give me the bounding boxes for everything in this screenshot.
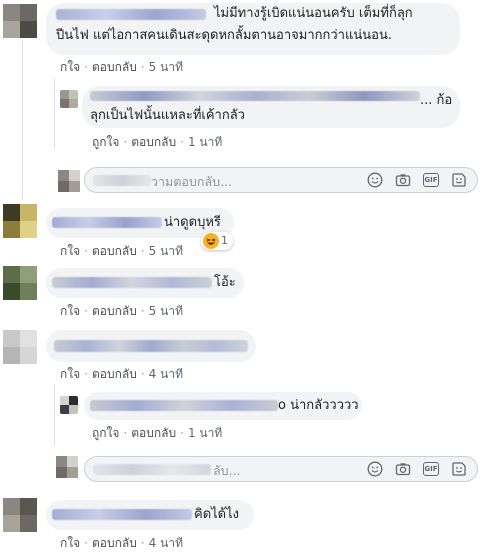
reaction-count: 1 [221, 234, 228, 247]
avatar[interactable] [60, 396, 78, 414]
reply-line [54, 384, 55, 446]
reply-link[interactable]: ตอบกลับ [92, 304, 137, 318]
reply-actions: ถูกใจ · ตอบกลับ · 1 นาที [92, 135, 223, 149]
timestamp[interactable]: 5 นาที [149, 244, 183, 258]
my-avatar [56, 456, 78, 478]
author-name-blurred[interactable] [90, 400, 278, 411]
reply-link[interactable]: ตอบกลับ [92, 367, 137, 381]
comment-text: o น่ากลัววววว [278, 398, 359, 413]
thread-line [22, 40, 23, 200]
camera-icon[interactable] [395, 172, 411, 188]
gif-icon[interactable]: GIF [423, 462, 439, 476]
placeholder-blurred [93, 175, 151, 186]
avatar[interactable] [3, 498, 37, 532]
my-avatar [58, 170, 80, 192]
comment-bubble: คิดได้ไง [46, 500, 254, 530]
reply-link[interactable]: ตอบกลับ [92, 536, 137, 550]
comment-text: ปีนไฟ แต่ไอกาสคนเดินสะดุดหกลั้มตานอาจมาก… [56, 28, 392, 43]
reply-link[interactable]: ตอบกลับ [92, 244, 137, 258]
like-link[interactable]: กใจ [60, 367, 80, 381]
comment-actions: กใจ · ตอบกลับ · 4 นาที [60, 536, 183, 550]
comment-actions: กใจ · ตอบกลับ · 5 นาที [60, 60, 183, 74]
reply-composer[interactable]: ลับ... GIF [84, 456, 478, 482]
reply-composer[interactable]: วามตอบกลับ... GIF [84, 167, 478, 193]
avatar[interactable] [60, 90, 78, 108]
timestamp[interactable]: 5 นาที [149, 304, 183, 318]
haha-reaction-icon [203, 233, 219, 249]
comment-text-blurred [54, 340, 248, 352]
composer-placeholder: วามตอบกลับ... [151, 174, 232, 189]
comment-bubble [46, 330, 256, 362]
comment-actions: กใจ · ตอบกลับ · 4 นาที [60, 367, 183, 381]
reply-bubble: o น่ากลัววววว [84, 392, 362, 420]
like-link[interactable]: ถูกใจ [92, 426, 119, 440]
comment-text: ไม่มีทางรู้เบิดแน่นอนครับ เต็มที่ก็ลุก [214, 6, 413, 21]
reply-link[interactable]: ตอบกลับ [131, 426, 176, 440]
gif-icon[interactable]: GIF [423, 173, 439, 187]
like-link[interactable]: ถูกใจ [92, 135, 119, 149]
timestamp[interactable]: 1 นาที [188, 135, 222, 149]
placeholder-blurred [93, 464, 211, 475]
emoji-icon[interactable] [367, 172, 383, 188]
reply-actions: ถูกใจ · ตอบกลับ · 1 นาที [92, 426, 223, 440]
avatar[interactable] [3, 4, 37, 38]
like-link[interactable]: กใจ [60, 244, 80, 258]
comment-bubble: ไม่มีทางรู้เบิดแน่นอนครับ เต็มที่ก็ลุก ป… [46, 3, 460, 55]
like-link[interactable]: กใจ [60, 536, 80, 550]
author-name-blurred[interactable] [52, 277, 212, 288]
comment-text: คิดได้ไง [194, 507, 240, 522]
timestamp[interactable]: 4 นาที [149, 536, 183, 550]
reply-bubble: ... ก้อ ลุกเป็นไฟนั้นแหละที่เค้ากลัว [82, 86, 460, 128]
camera-icon[interactable] [395, 461, 411, 477]
author-name-blurred[interactable] [56, 9, 206, 20]
like-link[interactable]: กใจ [60, 304, 80, 318]
comment-actions: กใจ · ตอบกลับ · 5 นาที [60, 304, 183, 318]
comment-text: น่าดูดบุหรี [164, 215, 221, 230]
reaction-badge[interactable]: 1 [201, 232, 233, 250]
emoji-icon[interactable] [367, 461, 383, 477]
comment-actions: กใจ · ตอบกลับ · 5 นาที [60, 244, 183, 258]
timestamp[interactable]: 4 นาที [149, 367, 183, 381]
comment-text: ลุกเป็นไฟนั้นแหละที่เค้ากลัว [90, 108, 245, 123]
avatar[interactable] [3, 330, 37, 364]
avatar[interactable] [3, 266, 37, 300]
reply-link[interactable]: ตอบกลับ [131, 135, 176, 149]
author-name-blurred[interactable] [90, 91, 420, 101]
sticker-icon[interactable] [451, 461, 467, 477]
timestamp[interactable]: 1 นาที [188, 426, 222, 440]
comment-text: โอ้ะ [214, 275, 236, 290]
comment-text: ... ก้อ [420, 93, 453, 108]
reply-link[interactable]: ตอบกลับ [92, 60, 137, 74]
timestamp[interactable]: 5 นาที [149, 60, 183, 74]
composer-placeholder: ลับ... [213, 463, 241, 478]
comment-bubble: โอ้ะ [46, 268, 244, 298]
sticker-icon[interactable] [451, 172, 467, 188]
author-name-blurred[interactable] [52, 217, 162, 228]
author-name-blurred[interactable] [52, 509, 192, 520]
avatar[interactable] [3, 204, 37, 238]
reply-line [54, 78, 55, 148]
like-link[interactable]: กใจ [60, 60, 80, 74]
